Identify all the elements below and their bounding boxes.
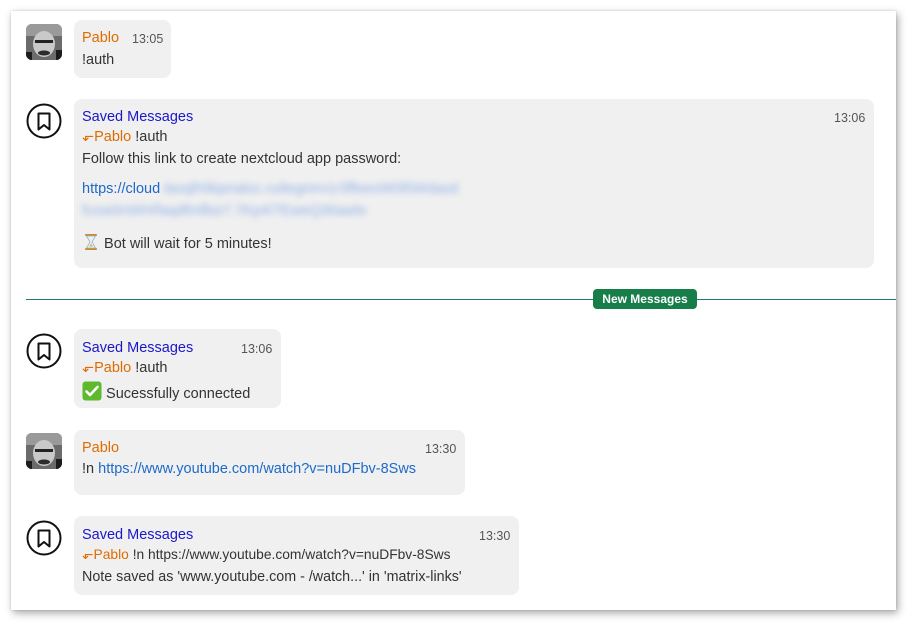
message-bubble: Saved Messages 13:06 ⬐Pablo !auth Follow…: [74, 99, 874, 268]
new-messages-divider: [26, 299, 896, 300]
bookmark-icon[interactable]: [26, 103, 62, 139]
reply-name: Pablo: [94, 360, 132, 376]
auth-link-blurred: .laoqlh9bpnaloc.ru9egmrv1r3ffeeoW0l5Wdas…: [160, 181, 459, 197]
hourglass-icon: [85, 234, 97, 250]
message-bubble: Saved Messages 13:06 ⬐Pablo !auth Sucess…: [74, 329, 281, 408]
reply-quote[interactable]: ⬐Pablo !n https://www.youtube.com/watch?…: [82, 547, 451, 563]
pablo-avatar[interactable]: [26, 24, 62, 60]
new-messages-badge: New Messages: [593, 289, 697, 309]
status-line: Sucessfully connected: [82, 381, 250, 402]
message-body: !n https://www.youtube.com/watch?v=nuDFb…: [82, 461, 416, 477]
message-time: 13:30: [425, 442, 457, 456]
wait-text-line: Bot will wait for 5 minutes!: [82, 233, 272, 252]
check-mark-icon: [82, 381, 102, 401]
reply-arrow-icon: ⬐: [82, 129, 95, 145]
reply-name: Pablo: [94, 129, 132, 145]
bookmark-icon[interactable]: [26, 333, 62, 369]
auth-link-continuation[interactable]: fcow0nWH/faqdfmfbiz7.7Kp4/7EweQ36awlo: [82, 203, 367, 219]
message-time: 13:30: [479, 529, 511, 543]
reply-name: Pablo: [93, 547, 129, 562]
message-bubble: Pablo 13:05 !auth: [74, 20, 171, 78]
reply-quote[interactable]: ⬐Pablo !auth: [82, 360, 168, 376]
reply-arrow-icon: ⬐: [82, 360, 95, 376]
sender-name[interactable]: Pablo: [82, 30, 119, 46]
message-body: Sucessfully connected: [106, 386, 251, 402]
message-bubble: Pablo 13:30 !n https://www.youtube.com/w…: [74, 430, 465, 495]
message-time: 13:05: [132, 32, 164, 46]
auth-link-visible: https://cloud: [82, 181, 161, 197]
reply-text: !auth: [135, 360, 168, 376]
message-prefix: !n: [82, 461, 99, 477]
auth-link-blurred: fcow0nWH/faqdfmfbiz7.7Kp4/7EweQ36awlo: [82, 203, 367, 219]
chat-window: Pablo 13:05 !auth Saved Messages 13:06 ⬐…: [11, 11, 896, 610]
sender-name[interactable]: Saved Messages: [82, 527, 193, 543]
reply-arrow-icon: ⬐: [82, 547, 94, 562]
reply-quote[interactable]: ⬐Pablo !auth: [82, 129, 168, 145]
sender-name[interactable]: Pablo: [82, 440, 119, 456]
youtube-link[interactable]: https://www.youtube.com/watch?v=nuDFbv-8…: [98, 461, 416, 477]
message-time: 13:06: [834, 111, 866, 125]
auth-link[interactable]: https://cloud.laoqlh9bpnaloc.ru9egmrv1r3…: [82, 181, 458, 197]
message-text: Follow this link to create nextcloud app…: [82, 151, 402, 167]
wait-text: Bot will wait for 5 minutes!: [104, 236, 272, 252]
pablo-avatar[interactable]: [26, 433, 62, 469]
message-bubble: Saved Messages 13:30 ⬐Pablo !n https://w…: [74, 516, 519, 595]
reply-text: !auth: [135, 129, 168, 145]
reply-text: !n https://www.youtube.com/watch?v=nuDFb…: [132, 547, 451, 562]
sender-name[interactable]: Saved Messages: [82, 340, 193, 356]
message-body: Note saved as 'www.youtube.com - /watch.…: [82, 569, 462, 585]
bookmark-icon[interactable]: [26, 520, 62, 556]
message-time: 13:06: [241, 342, 273, 356]
message-body: !auth: [82, 52, 115, 68]
sender-name[interactable]: Saved Messages: [82, 109, 193, 125]
